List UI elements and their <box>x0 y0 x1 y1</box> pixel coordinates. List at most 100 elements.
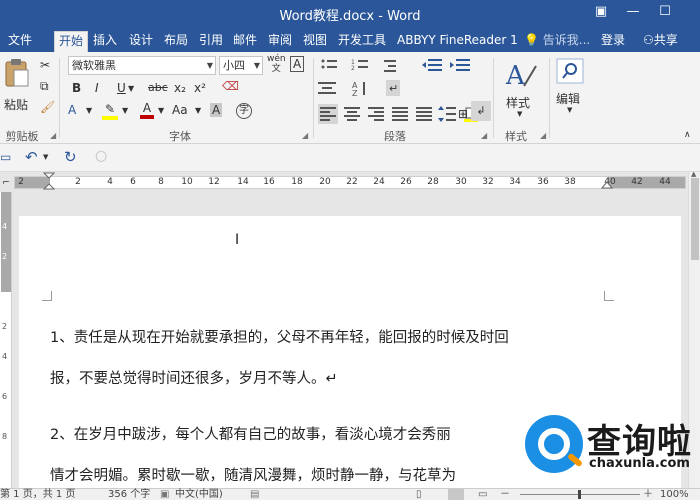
watermark-logo: 查询啦 chaxunla.com <box>525 410 695 480</box>
ruler-tick: 30 <box>455 177 467 187</box>
indent-markers-left[interactable] <box>43 172 55 192</box>
font-name-value: 微软雅黑 <box>72 59 116 72</box>
web-layout-icon[interactable]: ▭ <box>478 489 487 500</box>
tell-me-search[interactable]: 💡 告诉我... <box>524 31 590 48</box>
zoom-level[interactable]: 100% <box>660 489 689 500</box>
tab-insert[interactable]: 插入 <box>89 31 121 52</box>
clipboard-launcher-icon[interactable]: ◢ <box>50 131 56 140</box>
tab-home[interactable]: 开始 <box>54 31 89 52</box>
paragraph-line[interactable]: 报，不要总觉得时间还很多，岁月不等人。↵ <box>50 367 338 388</box>
italic-button[interactable]: I <box>95 81 99 95</box>
cut-icon[interactable]: ✂ <box>40 58 50 72</box>
zoom-in-icon[interactable]: ＋ <box>643 489 653 500</box>
change-case-button[interactable]: Aa <box>172 103 188 117</box>
tab-layout[interactable]: 布局 <box>160 31 192 52</box>
subscript-button[interactable]: x₂ <box>174 81 186 95</box>
decrease-indent-icon[interactable] <box>422 59 442 71</box>
language[interactable]: 中文(中国) <box>175 489 223 500</box>
svg-text:↵: ↵ <box>389 82 398 95</box>
tab-selector[interactable]: ⌐ <box>0 177 12 189</box>
editing-button[interactable]: 编辑 ▼ <box>552 56 588 120</box>
scroll-thumb[interactable] <box>691 178 699 260</box>
text-effects-button[interactable]: A <box>68 103 76 117</box>
highlight-button[interactable]: ✎ <box>102 102 118 120</box>
scroll-up-icon[interactable]: ▲ <box>691 170 696 178</box>
enclose-characters-button[interactable]: 字 <box>236 102 252 119</box>
sign-in-link[interactable]: 登录 <box>601 31 625 48</box>
zoom-out-icon[interactable]: － <box>500 489 510 500</box>
chevron-down-icon[interactable]: ▼ <box>195 106 201 115</box>
character-border-button[interactable]: A <box>290 56 305 72</box>
proofing-icon[interactable]: ▣ <box>160 489 169 500</box>
collapse-ribbon-icon[interactable]: ∧ <box>684 130 691 140</box>
chevron-down-icon[interactable]: ▼ <box>86 106 92 115</box>
font-name-combo[interactable]: 微软雅黑 ▼ <box>68 56 216 75</box>
paragraph-line[interactable]: 1、责任是从现在开始就要承担的，父母不再年轻，能回报的时候及时回 <box>50 326 509 347</box>
lightbulb-icon: 💡 <box>524 33 539 47</box>
tab-references[interactable]: 引用 <box>195 31 227 52</box>
paste-button[interactable]: 粘贴 <box>2 56 32 112</box>
page-count[interactable]: 第 1 页，共 1 页 <box>0 489 75 500</box>
maximize-button[interactable]: ☐ <box>652 0 678 24</box>
repeat-icon[interactable]: ↻ <box>64 148 77 166</box>
ribbon-display-options-button[interactable]: ▣ <box>588 0 614 24</box>
vertical-ruler[interactable]: 4 2 2 4 6 8 <box>0 192 12 488</box>
tab-file[interactable]: 文件 <box>4 31 36 52</box>
vruler-tick: 4 <box>2 222 8 231</box>
show-marks-icon[interactable]: ↵ <box>386 80 400 96</box>
bold-button[interactable]: B <box>72 81 81 95</box>
multilevel-list-icon[interactable] <box>384 60 396 72</box>
macro-icon[interactable]: ▤ <box>250 489 259 500</box>
clear-formatting-icon[interactable]: ⌫ <box>222 79 239 93</box>
align-right-icon[interactable] <box>368 107 384 121</box>
undo-icon[interactable]: ↶ <box>25 148 38 166</box>
tab-review[interactable]: 审阅 <box>264 31 296 52</box>
word-count[interactable]: 356 个字 <box>108 489 150 500</box>
tab-abbyy[interactable]: ABBYY FineReader 1 <box>393 31 522 52</box>
bullets-icon[interactable] <box>321 59 338 69</box>
numbering-icon[interactable]: 12 <box>351 59 368 72</box>
format-painter-icon[interactable]: 🖌 <box>40 100 55 114</box>
distributed-icon[interactable] <box>416 107 432 121</box>
styles-button[interactable]: A 样式 ▼ <box>500 58 540 118</box>
styles-launcher-icon[interactable]: ◢ <box>540 131 546 140</box>
underline-button[interactable]: U <box>117 81 126 95</box>
paragraph-line[interactable]: 2、在岁月中跋涉，每个人都有自己的故事，看淡心境才会秀丽 <box>50 423 451 444</box>
character-shading-button[interactable]: A <box>210 103 223 117</box>
read-mode-icon[interactable]: ▯ <box>416 489 422 500</box>
tab-view[interactable]: 视图 <box>299 31 331 52</box>
horizontal-ruler[interactable]: 2 2 4 6 8 10 12 14 16 18 20 22 24 26 28 … <box>0 172 700 192</box>
save-icon[interactable]: ▭ <box>0 150 11 164</box>
font-color-button[interactable]: A <box>140 101 154 119</box>
share-button[interactable]: ⚇共享 <box>643 31 678 48</box>
paragraph-launcher-icon[interactable]: ◢ <box>481 131 487 140</box>
font-size-combo[interactable]: 小四 ▼ <box>219 56 263 75</box>
font-launcher-icon[interactable]: ◢ <box>302 131 308 140</box>
tab-design[interactable]: 设计 <box>125 31 157 52</box>
align-center-icon[interactable] <box>344 107 360 121</box>
chevron-down-icon[interactable]: ▼ <box>128 84 134 93</box>
line-spacing-icon[interactable] <box>438 106 456 122</box>
chinese-layout-icon[interactable] <box>318 82 336 94</box>
strikethrough-button[interactable]: abc <box>148 81 168 94</box>
chevron-down-icon[interactable]: ▼ <box>158 106 164 115</box>
font-size-value: 小四 <box>223 59 245 72</box>
copy-icon[interactable]: ⧉ <box>40 79 49 94</box>
paragraph-line[interactable]: 情才会明媚。累时歇一歇，随清风漫舞，烦时静一静，与花草为 <box>50 464 456 485</box>
tab-mailings[interactable]: 邮件 <box>229 31 261 52</box>
chevron-down-icon[interactable]: ▼ <box>43 153 48 161</box>
chevron-down-icon: ▼ <box>253 61 260 70</box>
increase-indent-icon[interactable] <box>450 59 470 71</box>
justify-icon[interactable] <box>392 107 408 121</box>
chevron-down-icon[interactable]: ▼ <box>122 106 128 115</box>
phonetic-guide-button[interactable]: wén 文 <box>267 54 286 74</box>
borders-icon[interactable]: ⊞ <box>458 107 468 121</box>
tab-developer[interactable]: 开发工具 <box>334 31 390 52</box>
text-direction-icon[interactable]: ↲ <box>471 101 491 121</box>
minimize-button[interactable]: — <box>620 0 646 24</box>
superscript-button[interactable]: x² <box>194 81 206 95</box>
sort-icon[interactable]: AZ <box>352 81 365 98</box>
print-layout-icon[interactable] <box>448 489 464 500</box>
align-left-icon[interactable] <box>318 104 338 124</box>
zoom-slider-thumb[interactable] <box>578 490 581 499</box>
